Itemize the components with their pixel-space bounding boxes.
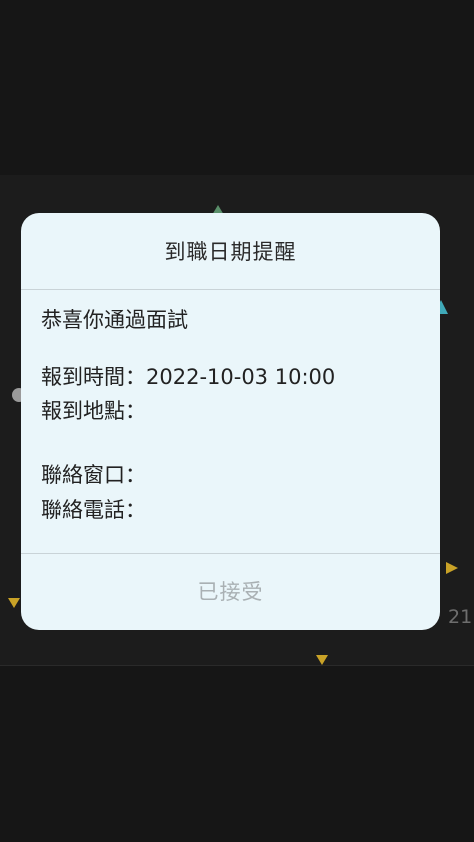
report-place-row: 報到地點：: [41, 396, 146, 426]
triangle-icon: [8, 598, 20, 608]
report-time-row: 報到時間：2022-10-03 10:00: [41, 362, 335, 392]
background-number: 21: [448, 606, 473, 628]
triangle-icon: [446, 562, 458, 574]
accepted-button[interactable]: 已接受: [21, 554, 440, 630]
contact-row: 聯絡窗口：: [41, 460, 146, 490]
report-place-label: 報到地點：: [41, 399, 146, 423]
phone-label: 聯絡電話：: [41, 498, 146, 522]
report-time-value: 2022-10-03 10:00: [146, 365, 336, 389]
triangle-icon: [316, 655, 328, 665]
backdrop-divider: [0, 665, 474, 666]
contact-label: 聯絡窗口：: [41, 463, 146, 487]
congrats-text: 恭喜你通過面試: [41, 308, 188, 332]
dialog-title: 到職日期提醒: [164, 240, 297, 264]
screen: 21 到職日期提醒 恭喜你通過面試 報到時間：2022-10-03 10:00 …: [0, 0, 474, 842]
phone-row: 聯絡電話：: [41, 495, 146, 525]
divider: [21, 289, 440, 290]
onboarding-reminder-dialog: 到職日期提醒 恭喜你通過面試 報到時間：2022-10-03 10:00 報到地…: [21, 213, 440, 630]
report-time-label: 報到時間：: [41, 365, 146, 389]
